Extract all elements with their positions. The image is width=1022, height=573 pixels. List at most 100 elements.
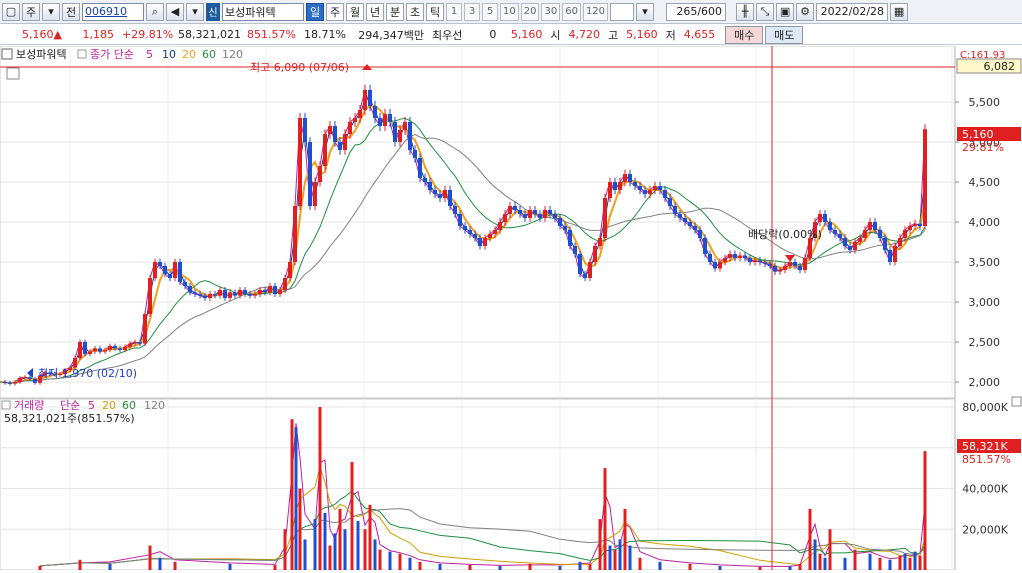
tab-month[interactable]: 월 (346, 2, 364, 21)
interval-10[interactable]: 10 (500, 2, 519, 21)
chevron-down-icon[interactable]: ▾ (636, 2, 655, 21)
period-selector[interactable]: 주 (22, 2, 40, 21)
candle-body (538, 214, 542, 218)
volume-bar (418, 561, 422, 570)
interval-3[interactable]: 3 (464, 2, 480, 21)
price-tick-label: 2,500 (969, 336, 1001, 349)
candle-body (468, 230, 472, 234)
grid-icon[interactable] (6, 67, 20, 80)
calendar-icon[interactable]: ▦ (890, 2, 909, 21)
candle-body (923, 129, 927, 226)
chevron-down-icon[interactable]: ▾ (186, 2, 204, 21)
candle-body (308, 142, 312, 206)
candle-body (133, 342, 137, 344)
candle-body (473, 234, 477, 238)
up-arrow-icon: ▲ (53, 28, 62, 41)
candle-body (263, 290, 267, 293)
collapse-panel-icon[interactable] (1011, 396, 1022, 407)
candle-body (388, 114, 392, 122)
candle-body (668, 198, 672, 206)
candle-body (23, 377, 27, 379)
candle-body (228, 292, 232, 298)
bar-count-field[interactable]: 265/600 (666, 2, 727, 21)
search-icon[interactable]: ⌕ (146, 2, 164, 21)
candle-body (643, 190, 647, 194)
quote-bar: 5,160▲ 1,185 +29.81% 58,321,021 851.57% … (0, 25, 1022, 45)
volume-ma-5: 5 (88, 399, 95, 412)
candle-body (763, 262, 767, 264)
volume-bar (333, 533, 337, 570)
stock-code-input[interactable]: 006910 (82, 2, 144, 21)
window-menu-icon[interactable]: ▢ (2, 2, 20, 21)
chevron-down-icon[interactable]: ▾ (42, 2, 60, 21)
candle-type-icon[interactable]: ╫ (736, 2, 755, 21)
date-field[interactable]: 2022/02/28 (816, 2, 889, 21)
candle-body (758, 260, 762, 262)
volume-bar (388, 551, 392, 570)
candle-body (508, 206, 512, 214)
volume-bar (78, 559, 82, 570)
volume-bar (228, 563, 232, 570)
candle-body (723, 258, 727, 262)
save-icon[interactable]: ▣ (776, 2, 795, 21)
candle-body (123, 346, 127, 350)
candle-body (188, 286, 192, 293)
tab-year[interactable]: 년 (366, 2, 384, 21)
candle-body (93, 348, 97, 352)
interval-20[interactable]: 20 (520, 2, 540, 21)
volume-bar (918, 555, 922, 570)
candle-body (273, 286, 277, 294)
legend-ma-label: 종가 단순 (90, 48, 134, 61)
candle-body (103, 350, 107, 352)
candle-body (738, 255, 742, 258)
candle-body (673, 206, 677, 214)
candle-body (818, 214, 822, 222)
candle-body (788, 262, 792, 266)
candle-body (268, 286, 272, 293)
volume-bar (628, 545, 632, 570)
sell-button[interactable]: 매도 (765, 25, 804, 44)
candle-body (293, 206, 297, 262)
candle-body (393, 122, 397, 142)
candle-body (778, 270, 782, 272)
volume-bar (853, 549, 857, 570)
candle-body (873, 222, 877, 230)
panel-toggle-icon[interactable] (1, 48, 13, 60)
jeon-button[interactable]: 전 (62, 2, 80, 21)
price-volume-chart[interactable]: 2,0002,5003,0003,5004,0004,5005,0005,500… (0, 45, 1022, 571)
interval-30[interactable]: 30 (541, 2, 561, 21)
low-annotation: 최저 1,970 (02/10) (38, 367, 137, 380)
candle-body (748, 258, 752, 262)
legend-ma-10: 10 (162, 48, 176, 61)
candle-body (18, 378, 22, 382)
tab-second[interactable]: 초 (406, 2, 424, 21)
candle-body (303, 118, 307, 142)
buy-button[interactable]: 매수 (725, 25, 764, 44)
candle-body (218, 290, 222, 296)
last-volume-value: 58,321K (962, 440, 1008, 453)
volume-bar (808, 508, 812, 570)
tab-day[interactable]: 일 (306, 2, 324, 21)
candle-body (568, 230, 572, 246)
legend-ma-120: 120 (222, 48, 243, 61)
tab-tick[interactable]: 틱 (426, 2, 444, 21)
tab-minute[interactable]: 분 (386, 2, 404, 21)
custom-interval-input[interactable] (610, 2, 635, 21)
volume-bar (903, 553, 907, 570)
interval-1[interactable]: 1 (446, 2, 462, 21)
interval-5[interactable]: 5 (482, 2, 498, 21)
gear-icon[interactable]: ⚙ (796, 2, 815, 21)
tab-week[interactable]: 주 (326, 2, 344, 21)
interval-120[interactable]: 120 (582, 2, 609, 21)
candle-body (338, 142, 342, 150)
sound-icon[interactable]: ◀ (166, 2, 184, 21)
candle-body (698, 230, 702, 238)
draw-tool-icon[interactable]: ⤡ (756, 2, 775, 21)
stock-name-field[interactable]: 보성파워텍 (222, 2, 304, 21)
candle-body (403, 122, 407, 130)
legend-checkbox[interactable] (77, 49, 87, 59)
chart-area[interactable]: 2,000 2,500 3,000 3,500 4,000 4,500 5,000 5,500… (0, 45, 1022, 571)
volume-toggle-icon[interactable] (1, 400, 11, 410)
interval-60[interactable]: 60 (562, 2, 581, 21)
price-tick-label: 3,000 (969, 296, 1001, 309)
